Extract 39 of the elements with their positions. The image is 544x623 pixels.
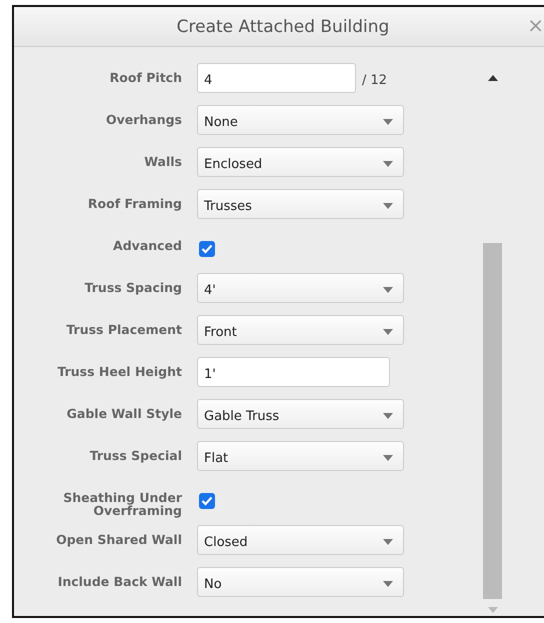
checkbox[interactable] bbox=[199, 241, 215, 257]
field-label: Overhangs bbox=[104, 111, 182, 126]
dropdown[interactable]: Closed bbox=[197, 525, 404, 555]
field-label: Truss Special bbox=[88, 447, 182, 462]
caret-icon bbox=[383, 581, 393, 587]
dropdown[interactable]: None bbox=[197, 105, 404, 135]
field-label: Truss Heel Height bbox=[56, 363, 182, 378]
field-label: Gable Wall Style bbox=[66, 405, 182, 420]
checkbox[interactable] bbox=[199, 493, 215, 509]
dropdown[interactable]: 4' bbox=[197, 273, 404, 303]
field-label: Sheathing Under Overframing bbox=[62, 489, 182, 517]
dropdown[interactable]: No bbox=[197, 567, 404, 597]
scroll-up-icon[interactable] bbox=[488, 75, 498, 81]
dropdown[interactable]: Flat bbox=[197, 441, 404, 471]
caret-icon bbox=[383, 119, 393, 125]
caret-icon bbox=[383, 203, 393, 209]
unit-label: / 12 bbox=[362, 72, 388, 88]
field-label: Advanced bbox=[112, 237, 182, 252]
field-label: Walls bbox=[143, 153, 182, 168]
caret-icon bbox=[383, 287, 393, 293]
dropdown[interactable]: Front bbox=[197, 315, 404, 345]
caret-icon bbox=[383, 161, 393, 167]
field-label: Include Back Wall bbox=[56, 573, 182, 588]
dropdown[interactable]: Gable Truss bbox=[197, 399, 404, 429]
field-label: Truss Placement bbox=[65, 321, 182, 336]
field-label: Truss Spacing bbox=[84, 279, 182, 294]
caret-icon bbox=[383, 329, 393, 335]
field-label: Roof Pitch bbox=[108, 69, 182, 84]
field-label: Roof Framing bbox=[86, 195, 182, 210]
dropdown[interactable]: Enclosed bbox=[197, 147, 404, 177]
caret-icon bbox=[383, 455, 393, 461]
dropdown[interactable]: Trusses bbox=[197, 189, 404, 219]
scrollbar-thumb[interactable] bbox=[483, 243, 502, 599]
field-label: Open Shared Wall bbox=[55, 531, 182, 546]
text-field[interactable]: 1' bbox=[197, 357, 390, 387]
text-field[interactable]: 4 bbox=[197, 63, 356, 93]
window-title: Create Attached Building bbox=[176, 16, 390, 36]
caret-icon bbox=[383, 539, 393, 545]
caret-icon bbox=[383, 413, 393, 419]
